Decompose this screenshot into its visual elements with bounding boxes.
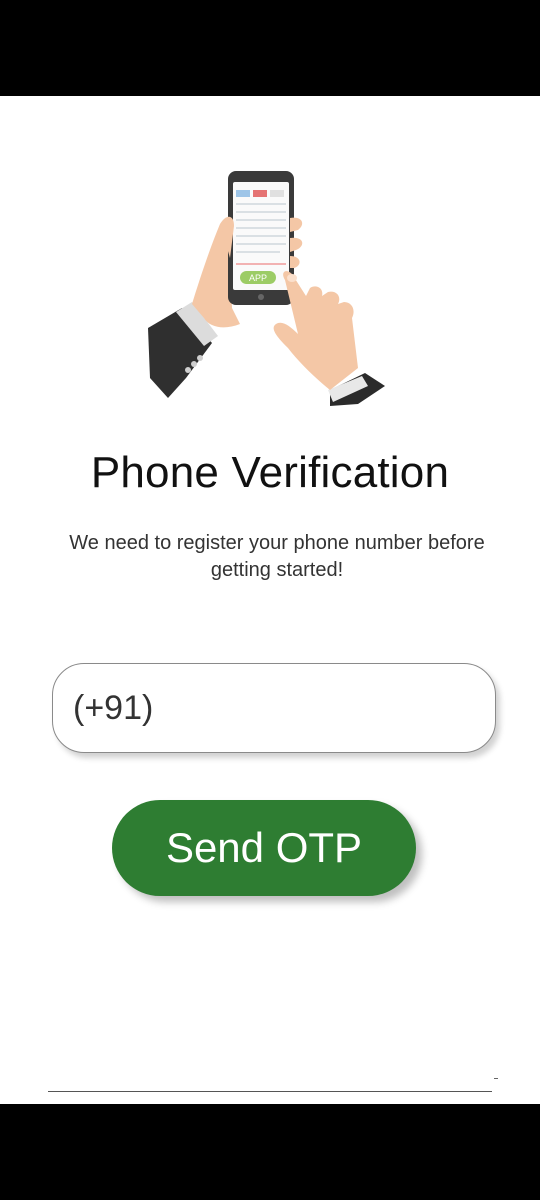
send-otp-button[interactable]: Send OTP [112,800,416,896]
status-bar [0,0,540,96]
app-label: APP [249,273,267,283]
phone-in-hand-illustration: APP [148,171,385,406]
bottom-dash-mark [494,1078,498,1079]
bottom-divider [48,1091,492,1092]
page-title: Phone Verification [90,448,450,497]
navigation-bar [0,1104,540,1200]
phone-number-input[interactable] [163,674,487,744]
country-code-prefix: (+91) [73,689,154,727]
phone-number-field[interactable]: (+91) [52,663,496,753]
phone-verification-screen: APP Phone Verification We need to regist… [0,96,540,1104]
page-subtitle: We need to register your phone number be… [69,532,485,581]
